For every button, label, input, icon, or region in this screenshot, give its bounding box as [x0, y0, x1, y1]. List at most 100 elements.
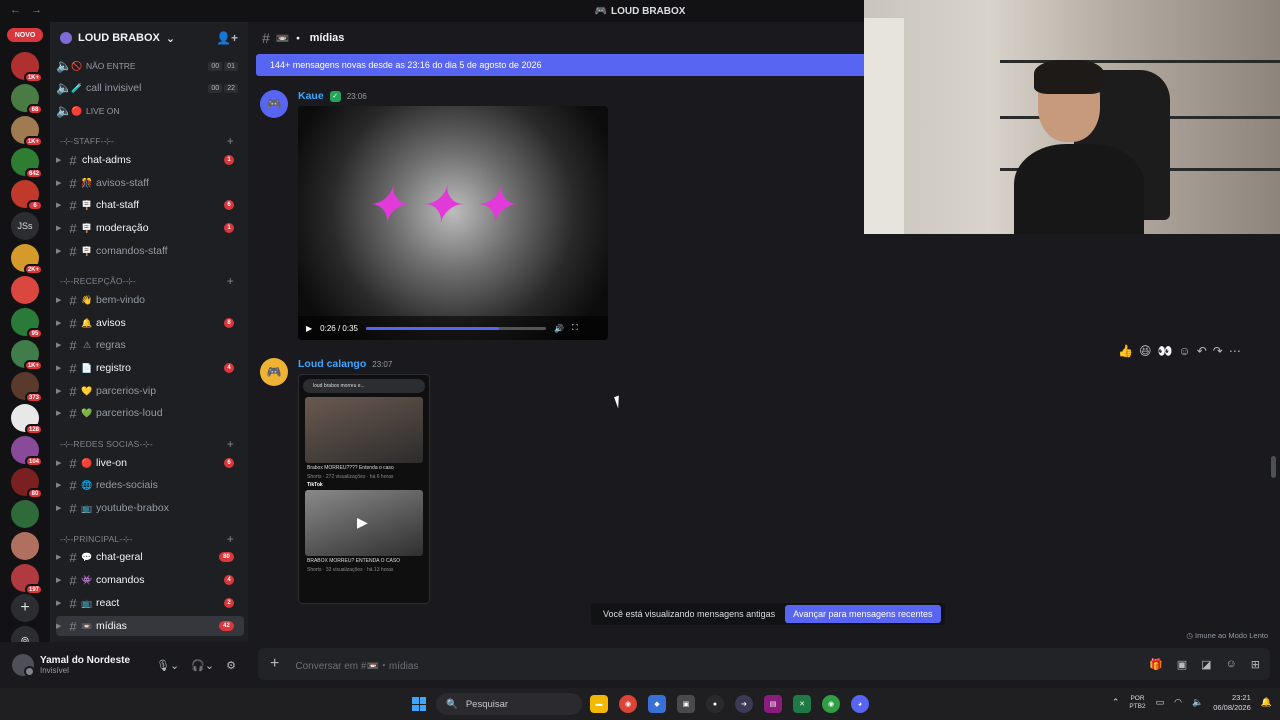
emoji-icon[interactable]: ☺: [1226, 658, 1237, 671]
user-names[interactable]: Yamal do Nordeste Invisível: [40, 655, 130, 675]
composer-placeholder[interactable]: Conversar em #📼・mídias: [295, 657, 418, 672]
chrome-alt-icon[interactable]: ◉: [822, 695, 840, 713]
channel-item[interactable]: ▶ # 🪧 chat-staff 6: [56, 195, 244, 215]
channel-item[interactable]: ▶ # 🌐 redes-sociais: [56, 475, 244, 495]
gif-icon[interactable]: ▣: [1177, 658, 1187, 671]
channel-item[interactable]: ▶ # 👋 bem-vindo: [56, 290, 244, 310]
channel-category[interactable]: -⊹-RECEPÇÃO-⊹- +: [60, 274, 240, 288]
microphone-icon[interactable]: 🎙⌄: [156, 659, 179, 672]
taskbar-search[interactable]: 🔍 Pesquisar: [436, 693, 582, 715]
invite-people-icon[interactable]: 👤+: [216, 31, 238, 45]
create-channel-icon[interactable]: +: [227, 274, 234, 288]
app-icon[interactable]: ▤: [764, 695, 782, 713]
channel-item[interactable]: ▶ # 🎊 avisos-staff: [56, 173, 244, 193]
server-icon[interactable]: 642: [11, 148, 43, 179]
message-author[interactable]: Kaue: [298, 90, 324, 102]
channel-item[interactable]: ▶ # 🪧 moderação 1: [56, 218, 244, 238]
create-channel-icon[interactable]: +: [227, 437, 234, 451]
channel-item[interactable]: ▶ # 📺 react 2: [56, 593, 244, 613]
volume-icon[interactable]: 🔊: [554, 324, 564, 333]
channel-item[interactable]: ▶ # 📼 mídias 42: [56, 616, 244, 636]
channel-item[interactable]: ▶ # 💛 parcerios-vip: [56, 381, 244, 401]
volume-icon[interactable]: 🔈: [1192, 697, 1203, 708]
server-icon[interactable]: 1K+: [11, 340, 43, 371]
play-icon[interactable]: ▶: [306, 324, 312, 333]
add-server-button[interactable]: +: [11, 594, 39, 622]
server-icon[interactable]: 6: [11, 180, 43, 211]
jump-to-present-button[interactable]: Avançar para mensagens recentes: [785, 605, 941, 623]
server-icon[interactable]: 197: [11, 564, 43, 595]
app-icon[interactable]: ➜: [735, 695, 753, 713]
reply-icon[interactable]: ↶: [1197, 344, 1207, 358]
wifi-icon[interactable]: ◠: [1174, 697, 1182, 708]
excel-icon[interactable]: ✕: [793, 695, 811, 713]
channel-item[interactable]: ▶ # 💚 parcerios-loud: [56, 403, 244, 423]
gift-icon[interactable]: 🎁: [1149, 658, 1163, 671]
channel-category[interactable]: -⊹-STAFF-⊹- +: [60, 134, 240, 148]
server-icon[interactable]: 1K+: [11, 52, 43, 83]
server-icon[interactable]: [11, 276, 39, 304]
headphones-icon[interactable]: 🎧⌄: [191, 659, 214, 672]
voice-channel[interactable]: 🔈 🔴 LIVE ON: [56, 101, 244, 121]
message-author[interactable]: Loud calango: [298, 358, 366, 370]
channel-category[interactable]: -⊹-PRINCIPAL-⊹- +: [60, 532, 240, 546]
clock[interactable]: 23:21 06/08/2026: [1213, 693, 1251, 713]
channel-item[interactable]: ▶ # 👾 comandos 4: [56, 570, 244, 590]
notification-bell-icon[interactable]: 🔔: [1261, 697, 1272, 708]
upload-plus-icon[interactable]: +: [270, 655, 279, 673]
server-icon[interactable]: 104: [11, 436, 43, 467]
forward-arrow-icon[interactable]: →: [31, 4, 42, 16]
voice-channel[interactable]: 🔈 🚫 NÃO ENTRE 00 01: [56, 56, 244, 76]
message-composer[interactable]: + Conversar em #📼・mídias 🎁 ▣ ◪ ☺ ⊞: [258, 648, 1270, 680]
thumbs-up-icon[interactable]: 👍: [1118, 344, 1133, 358]
server-icon[interactable]: 68: [11, 84, 43, 115]
add-reaction-icon[interactable]: ☺: [1178, 344, 1190, 358]
back-arrow-icon[interactable]: ←: [10, 4, 21, 16]
server-icon[interactable]: 373: [11, 372, 43, 403]
app-icon[interactable]: ◆: [648, 695, 666, 713]
gear-icon[interactable]: ⚙: [226, 659, 236, 672]
language-indicator[interactable]: POR PTB2: [1129, 695, 1145, 711]
avatar[interactable]: 🎮: [260, 90, 288, 118]
image-attachment[interactable]: loud brabox morreu e... Brabox MORREU???…: [298, 374, 430, 604]
server-icon[interactable]: 2K+: [11, 244, 43, 275]
discord-icon[interactable]: ◕: [851, 695, 869, 713]
channel-item[interactable]: ▶ # 💬 chat-geral 80: [56, 547, 244, 567]
avatar[interactable]: 🎮: [260, 358, 288, 386]
voice-channel[interactable]: 🔈 🧪 call invisivel 00 22: [56, 78, 244, 98]
channel-item[interactable]: ▶ # 📺 youtube-brabox: [56, 498, 244, 518]
channel-item[interactable]: ▶ # chat-adms 1: [56, 150, 244, 170]
new-badge[interactable]: NOVO: [7, 28, 43, 42]
guild-header[interactable]: LOUD BRABOX ⌄ 👤+: [50, 22, 248, 54]
channel-item[interactable]: ▶ # 🔴 live-on 6: [56, 453, 244, 473]
chevron-up-icon[interactable]: ⌃: [1112, 697, 1120, 708]
channel-category[interactable]: -⊹-REDES SOCIAS-⊹- +: [60, 437, 240, 451]
fullscreen-icon[interactable]: ⛶: [572, 323, 578, 333]
windows-start-icon[interactable]: [412, 697, 426, 711]
avatar[interactable]: [12, 654, 35, 677]
server-icon[interactable]: [11, 500, 39, 528]
video-progress[interactable]: [365, 326, 546, 330]
apps-icon[interactable]: ⊞: [1251, 658, 1260, 671]
app-icon[interactable]: ▣: [677, 695, 695, 713]
channel-item[interactable]: ▶ # ⚠ regras: [56, 335, 244, 355]
eyes-icon[interactable]: 👀: [1157, 344, 1172, 358]
server-icon[interactable]: JSs: [11, 212, 39, 240]
server-icon[interactable]: [11, 532, 39, 560]
video-attachment[interactable]: ✦ ✦ ✦ ▶ 0:26 / 0:35 🔊 ⛶: [298, 106, 608, 340]
more-icon[interactable]: ⋯: [1229, 344, 1241, 358]
channel-item[interactable]: ▶ # 🔔 avisos 8: [56, 313, 244, 333]
display-icon[interactable]: ▭: [1156, 697, 1165, 708]
create-channel-icon[interactable]: +: [227, 134, 234, 148]
server-icon[interactable]: 1K+: [11, 116, 43, 147]
server-icon[interactable]: 95: [11, 308, 43, 339]
file-explorer-icon[interactable]: ▬: [590, 695, 608, 713]
chrome-icon[interactable]: ◉: [619, 695, 637, 713]
forward-icon[interactable]: ↷: [1213, 344, 1223, 358]
create-channel-icon[interactable]: +: [227, 532, 234, 546]
channel-item[interactable]: ▶ # 🪧 comandos-staff: [56, 241, 244, 261]
laugh-icon[interactable]: 😆: [1139, 344, 1152, 358]
scrollbar-thumb[interactable]: [1271, 456, 1276, 478]
channel-item[interactable]: ▶ # 📄 registro 4: [56, 358, 244, 378]
server-icon[interactable]: 80: [11, 468, 43, 499]
